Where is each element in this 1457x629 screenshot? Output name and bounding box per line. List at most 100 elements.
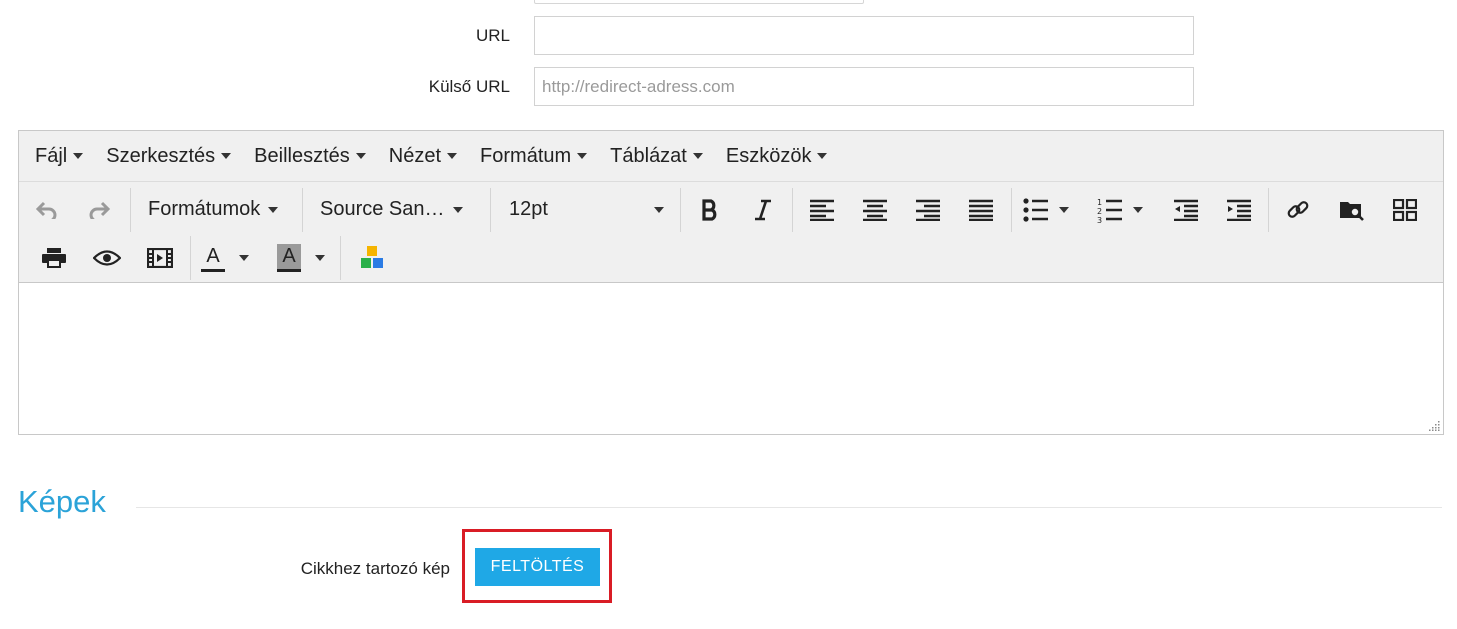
caret-down-icon — [73, 153, 84, 159]
caret-down-icon — [315, 255, 325, 261]
text-color-button[interactable]: A — [201, 240, 261, 276]
bold-icon — [702, 199, 717, 221]
menu-view[interactable]: Nézet — [388, 144, 458, 168]
blocks-button[interactable] — [355, 240, 389, 276]
caret-down-icon — [577, 153, 588, 159]
template-button[interactable] — [1388, 192, 1422, 228]
editor-toolbar: Formátumok Source San… 12pt 1 2 3 A A — [19, 182, 1443, 283]
background-color-icon: A — [277, 244, 301, 272]
text-color-swatch — [201, 269, 225, 272]
external-url-input[interactable] — [534, 67, 1194, 106]
menu-format[interactable]: Formátum — [480, 144, 588, 168]
media-icon — [147, 248, 173, 268]
text-color-letter: A — [206, 245, 220, 267]
toolbar-separator — [340, 236, 341, 280]
rich-text-editor: Fájl Szerkesztés Beillesztés Nézet Formá… — [18, 130, 1444, 435]
italic-button[interactable] — [746, 192, 780, 228]
menu-insert[interactable]: Beillesztés — [254, 145, 366, 168]
bullet-list-icon — [1023, 198, 1048, 222]
template-icon — [1393, 199, 1417, 221]
caret-down-icon — [355, 153, 366, 159]
upload-button[interactable]: FELTÖLTÉS — [475, 548, 600, 586]
preview-icon — [93, 250, 121, 266]
caret-down-icon — [268, 206, 279, 213]
svg-text:2: 2 — [1097, 207, 1102, 216]
undo-button[interactable] — [31, 192, 63, 228]
print-button[interactable] — [37, 240, 71, 276]
align-center-button[interactable] — [858, 192, 892, 228]
align-justify-icon — [969, 199, 993, 221]
indent-button[interactable] — [1222, 192, 1256, 228]
menu-tools-label: Eszközök — [725, 144, 812, 167]
italic-icon — [755, 199, 771, 221]
url-input[interactable] — [534, 16, 1194, 55]
preview-button[interactable] — [90, 240, 124, 276]
file-browser-icon — [1340, 202, 1364, 221]
menu-file-label: Fájl — [35, 144, 68, 167]
font-size-dropdown[interactable]: 12pt — [509, 198, 664, 221]
redo-button[interactable] — [83, 192, 115, 228]
media-button[interactable] — [143, 240, 177, 276]
formats-label: Formátumok — [148, 198, 261, 220]
align-right-icon — [916, 199, 940, 221]
numbered-list-icon: 123 — [1097, 198, 1122, 223]
toolbar-separator — [1011, 188, 1012, 232]
article-image-label: Cikkhez tartozó kép — [300, 559, 450, 578]
menu-tools[interactable]: Eszközök — [726, 145, 828, 168]
caret-down-icon — [1059, 207, 1069, 213]
background-color-letter: A — [282, 245, 296, 267]
toolbar-separator — [302, 188, 303, 232]
menu-file[interactable]: Fájl — [35, 144, 84, 168]
redo-icon — [89, 201, 110, 219]
align-center-icon — [863, 199, 887, 221]
align-justify-button[interactable] — [964, 192, 998, 228]
editor-content-area[interactable] — [19, 284, 1443, 434]
undo-icon — [36, 201, 57, 219]
menu-insert-label: Beillesztés — [254, 144, 350, 167]
caret-down-icon — [1133, 207, 1143, 213]
caret-down-icon — [654, 206, 664, 213]
editor-menubar: Fájl Szerkesztés Beillesztés Nézet Formá… — [19, 131, 1443, 182]
caret-down-icon — [692, 153, 703, 159]
images-section-title: Képek — [18, 484, 106, 519]
text-color-icon: A — [201, 244, 225, 272]
bullet-list-button[interactable] — [1023, 192, 1083, 228]
font-size-label: 12pt — [509, 198, 548, 220]
menu-table-label: Táblázat — [610, 144, 687, 167]
font-family-dropdown[interactable]: Source San… — [320, 198, 463, 221]
toolbar-separator — [680, 188, 681, 232]
numbered-list-button[interactable]: 123 — [1097, 192, 1157, 228]
blocks-icon — [361, 246, 383, 268]
link-icon — [1287, 201, 1309, 218]
toolbar-separator — [1268, 188, 1269, 232]
print-icon — [42, 248, 66, 268]
section-divider — [136, 507, 1442, 508]
previous-field-input[interactable] — [534, 0, 864, 4]
external-url-label: Külső URL — [428, 77, 510, 96]
background-color-button[interactable]: A — [277, 240, 337, 276]
formats-dropdown[interactable]: Formátumok — [148, 198, 279, 221]
link-button[interactable] — [1281, 192, 1315, 228]
toolbar-separator — [792, 188, 793, 232]
toolbar-separator — [130, 188, 131, 232]
svg-text:3: 3 — [1097, 216, 1102, 223]
resize-handle-icon[interactable] — [1428, 419, 1440, 431]
caret-down-icon — [239, 255, 249, 261]
menu-edit[interactable]: Szerkesztés — [106, 144, 232, 168]
menu-edit-label: Szerkesztés — [106, 144, 216, 167]
menu-table[interactable]: Táblázat — [610, 145, 703, 168]
svg-text:1: 1 — [1097, 198, 1102, 207]
align-left-button[interactable] — [805, 192, 839, 228]
file-browser-button[interactable] — [1335, 192, 1369, 228]
menu-format-label: Formátum — [480, 144, 572, 167]
align-right-button[interactable] — [911, 192, 945, 228]
toolbar-separator — [490, 188, 491, 232]
outdent-button[interactable] — [1169, 192, 1203, 228]
indent-icon — [1227, 199, 1251, 221]
caret-down-icon — [452, 206, 463, 213]
caret-down-icon — [447, 153, 458, 159]
menu-view-label: Nézet — [388, 144, 442, 167]
caret-down-icon — [221, 153, 232, 159]
align-left-icon — [810, 199, 834, 221]
bold-button[interactable] — [693, 192, 727, 228]
